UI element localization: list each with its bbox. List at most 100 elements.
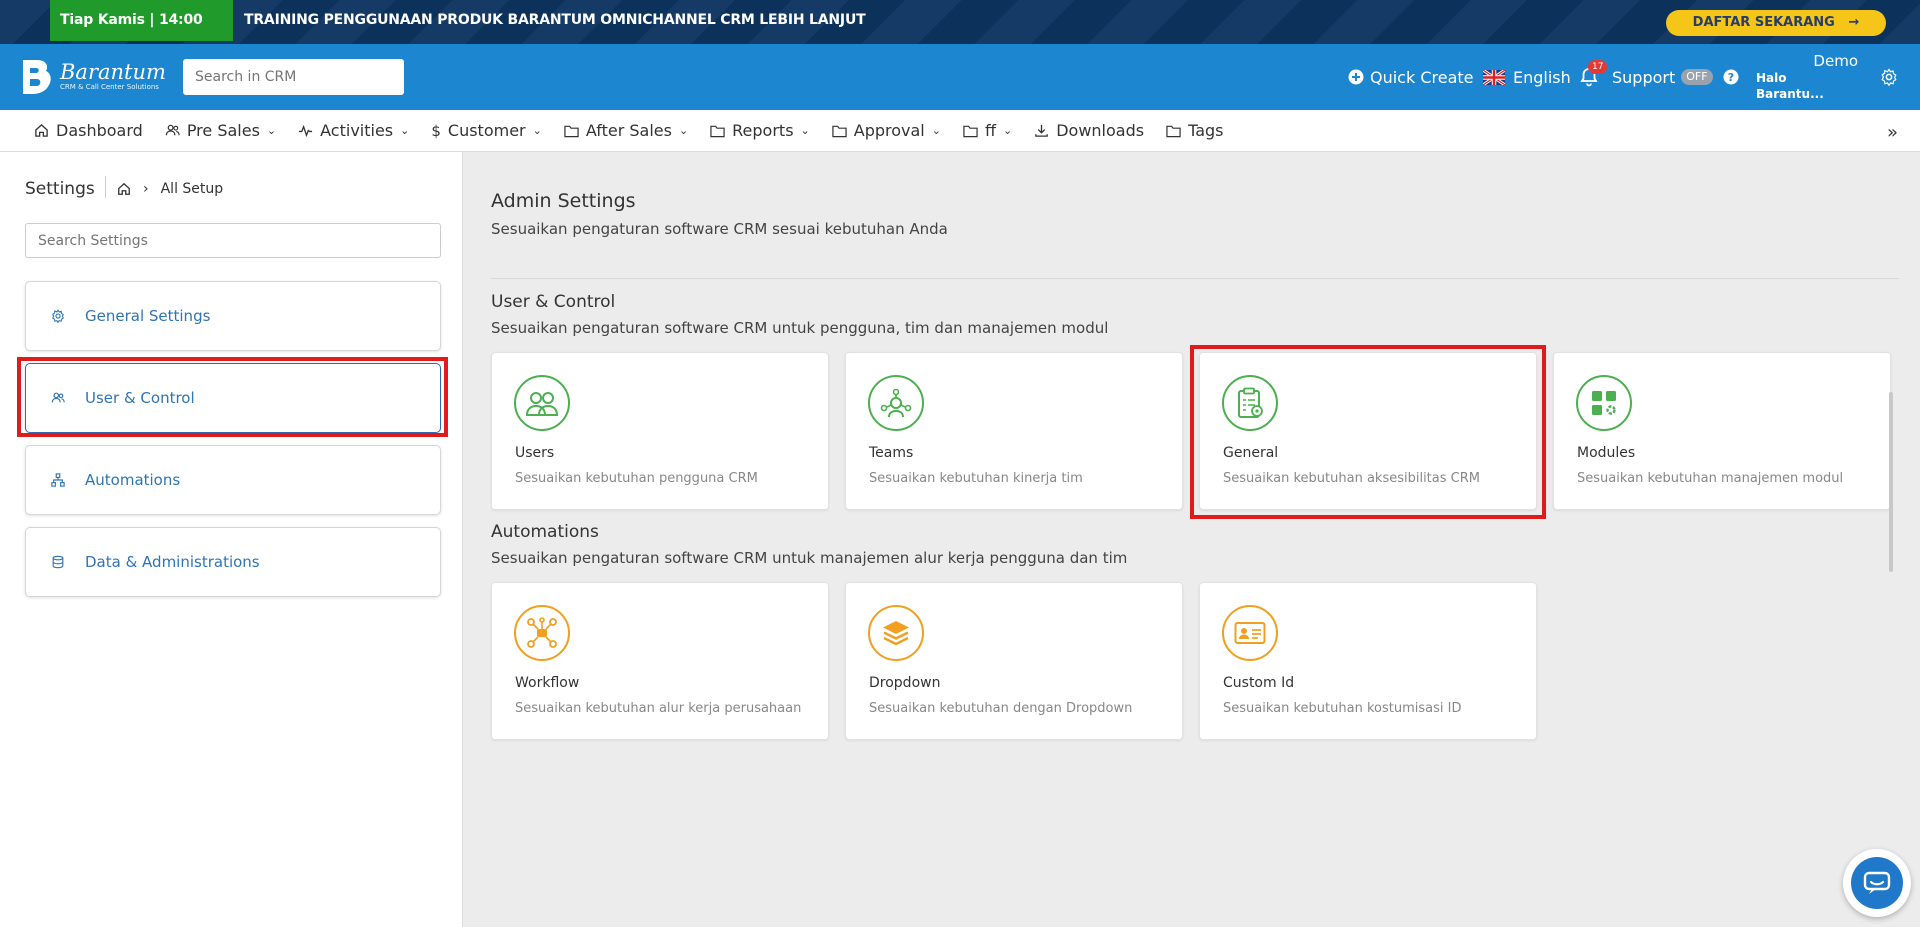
nav-dashboard[interactable]: Dashboard — [34, 121, 143, 140]
card-teams[interactable]: Teams Sesuaikan kebutuhan kinerja tim — [845, 352, 1183, 510]
card-dropdown[interactable]: Dropdown Sesuaikan kebutuhan dengan Drop… — [845, 582, 1183, 740]
card-title: Users — [515, 445, 555, 461]
chevron-down-icon: ⌄ — [1003, 124, 1013, 137]
card-custom-id[interactable]: Custom Id Sesuaikan kebutuhan kostumisas… — [1199, 582, 1537, 740]
plus-circle-icon — [1348, 69, 1364, 85]
card-title: Custom Id — [1223, 675, 1295, 691]
folder-icon — [564, 125, 579, 137]
chevron-down-icon: ⌄ — [931, 124, 941, 137]
top-header: Barantum CRM & Call Center Solutions Qui… — [0, 44, 1920, 110]
settings-title: Settings — [25, 179, 95, 199]
user-greeting: Halo Barantu... — [1756, 71, 1824, 101]
sidebar-item-automations[interactable]: Automations — [25, 445, 441, 515]
breadcrumb: › All Setup — [117, 181, 223, 197]
chat-button[interactable] — [1843, 849, 1911, 917]
settings-sidebar: Settings › All Setup General Settings Us… — [0, 152, 463, 927]
gear-icon — [1881, 68, 1897, 86]
hierarchy-icon — [51, 473, 65, 487]
folder-icon — [710, 125, 725, 137]
sidebar-item-data-administrations[interactable]: Data & Administrations — [25, 527, 441, 597]
home-icon[interactable] — [117, 182, 131, 196]
section-title-user-control: User & Control — [491, 292, 616, 312]
uk-flag-icon — [1483, 69, 1505, 85]
card-modules[interactable]: Modules Sesuaikan kebutuhan manajemen mo… — [1553, 352, 1891, 510]
section-title-automations: Automations — [491, 522, 599, 542]
settings-button[interactable] — [1880, 44, 1898, 110]
logo-tagline: CRM & Call Center Solutions — [60, 83, 159, 91]
help-icon: ? — [1723, 69, 1739, 85]
team-icon — [868, 375, 924, 431]
card-description: Sesuaikan kebutuhan pengguna CRM — [515, 471, 758, 486]
card-description: Sesuaikan kebutuhan kostumisasi ID — [1223, 701, 1462, 716]
quick-create-label: Quick Create — [1370, 67, 1474, 87]
nav-label: Tags — [1188, 121, 1224, 140]
nav-label: Reports — [732, 121, 794, 140]
logo-icon — [23, 60, 51, 94]
nav-activities[interactable]: Activities ⌄ — [298, 121, 409, 140]
language-selector[interactable]: English — [1483, 44, 1571, 110]
database-icon — [52, 555, 64, 569]
settings-search-input[interactable] — [25, 223, 441, 258]
card-workflow[interactable]: Workflow Sesuaikan kebutuhan alur kerja … — [491, 582, 829, 740]
users-icon — [51, 392, 65, 403]
sidebar-item-label: Data & Administrations — [85, 553, 260, 571]
quick-create-button[interactable]: Quick Create — [1348, 44, 1474, 110]
dollar-icon: $ — [431, 121, 441, 140]
sidebar-item-user-control[interactable]: User & Control — [25, 363, 441, 433]
breadcrumb-current: All Setup — [160, 181, 224, 197]
chevron-down-icon: ⌄ — [678, 124, 689, 137]
nav-after-sales[interactable]: After Sales ⌄ — [564, 121, 688, 140]
nav-label: Downloads — [1056, 121, 1145, 140]
chevron-down-icon: ⌄ — [800, 124, 810, 137]
language-label: English — [1513, 67, 1571, 87]
card-general[interactable]: General Sesuaikan kebutuhan aksesibilita… — [1199, 352, 1537, 510]
card-description: Sesuaikan kebutuhan kinerja tim — [869, 471, 1083, 486]
home-icon — [35, 123, 48, 137]
main-nav: Dashboard Pre Sales ⌄ Activities ⌄ $ Cus… — [0, 110, 1920, 152]
arrow-right-icon: → — [1848, 15, 1860, 30]
section-subtitle-automations: Sesuaikan pengaturan software CRM untuk … — [491, 549, 1128, 567]
svg-text:?: ? — [1728, 71, 1734, 84]
card-title: Teams — [869, 445, 914, 461]
user-menu[interactable]: Demo Halo Barantu... — [1756, 44, 1858, 110]
help-button[interactable]: ? — [1723, 44, 1739, 110]
register-button-label: DAFTAR SEKARANG — [1692, 15, 1835, 30]
nav-customer[interactable]: $ Customer ⌄ — [431, 121, 541, 140]
register-button[interactable]: DAFTAR SEKARANG → — [1666, 10, 1886, 36]
nav-reports[interactable]: Reports ⌄ — [710, 121, 810, 140]
logo-name: Barantum — [60, 60, 166, 84]
banner-message: TRAINING PENGGUNAAN PRODUK BARANTUM OMNI… — [244, 12, 866, 28]
download-icon — [1035, 124, 1048, 137]
sidebar-item-general-settings[interactable]: General Settings — [25, 281, 441, 351]
pulse-icon — [299, 124, 313, 138]
clipboard-icon — [1222, 375, 1278, 431]
sidebar-item-label: User & Control — [85, 389, 195, 407]
nav-tags[interactable]: Tags — [1166, 121, 1224, 140]
card-title: Dropdown — [869, 675, 941, 691]
expand-nav-icon[interactable]: » — [1887, 122, 1898, 143]
nav-ff[interactable]: ff ⌄ — [963, 121, 1012, 140]
card-description: Sesuaikan kebutuhan alur kerja perusahaa… — [515, 701, 802, 716]
support-toggle[interactable]: Support OFF — [1612, 44, 1713, 110]
training-banner: Tiap Kamis | 14:00 WIB TRAINING PENGGUNA… — [0, 0, 1920, 69]
brand-logo[interactable]: Barantum CRM & Call Center Solutions — [20, 58, 166, 96]
support-status-pill: OFF — [1681, 69, 1713, 85]
nav-approval[interactable]: Approval ⌄ — [832, 121, 941, 140]
nav-label: Customer — [447, 121, 526, 140]
nav-pre-sales[interactable]: Pre Sales ⌄ — [165, 121, 276, 140]
user-name: Demo — [1813, 52, 1858, 70]
card-title: Modules — [1577, 445, 1636, 461]
card-description: Sesuaikan kebutuhan dengan Dropdown — [869, 701, 1133, 716]
nav-label: After Sales — [585, 121, 672, 140]
notification-button[interactable] — [1580, 44, 1598, 110]
nav-downloads[interactable]: Downloads — [1034, 121, 1144, 140]
admin-settings-main: Admin Settings Sesuaikan pengaturan soft… — [464, 152, 1920, 927]
layers-icon — [868, 605, 924, 661]
card-users[interactable]: Users Sesuaikan kebutuhan pengguna CRM — [491, 352, 829, 510]
chevron-down-icon: ⌄ — [266, 124, 277, 137]
crm-search-input[interactable] — [183, 59, 404, 95]
nav-label: Approval — [853, 121, 925, 140]
users-icon — [514, 375, 570, 431]
nav-label: ff — [984, 121, 996, 140]
scrollbar[interactable] — [1889, 392, 1893, 572]
